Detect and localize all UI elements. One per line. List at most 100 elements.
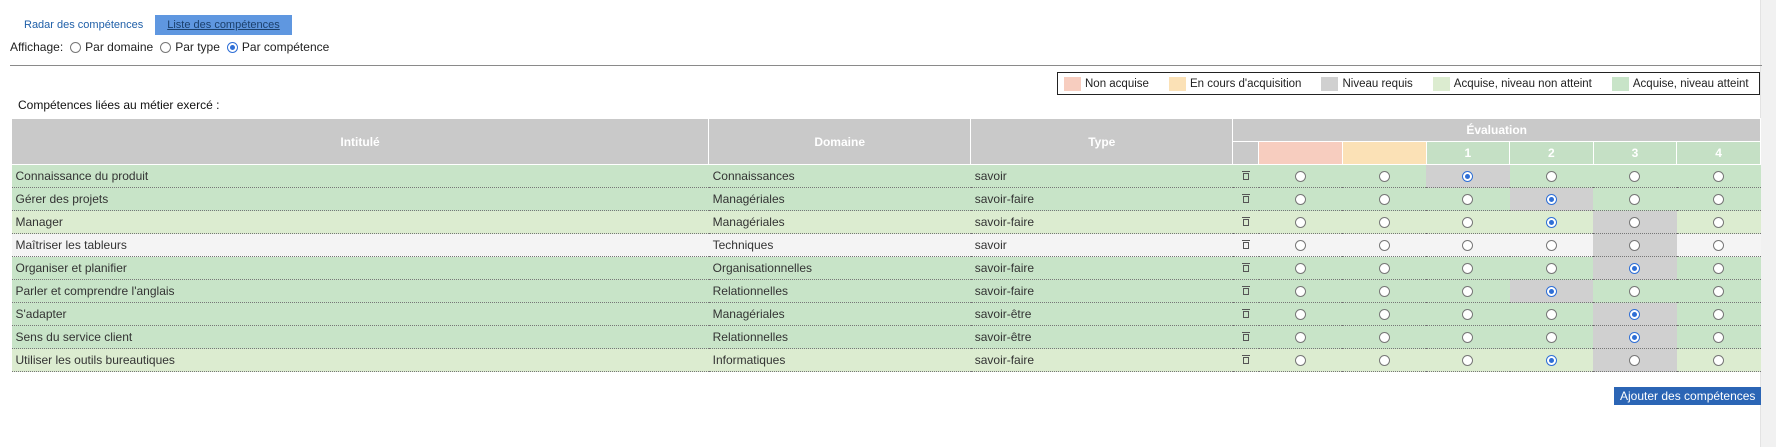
- table-row: S'adapter Managériales savoir-être: [11, 302, 1761, 326]
- cell-eval-level-2: [1509, 325, 1594, 349]
- radio-level-2[interactable]: [1545, 332, 1557, 344]
- legend-label: En cours d'acquisition: [1189, 77, 1302, 90]
- radio-level-2[interactable]: [1545, 194, 1557, 206]
- radio-non-acquise[interactable]: [1295, 355, 1307, 367]
- cell-eval-level-3: [1593, 279, 1677, 303]
- cell-type: savoir-faire: [970, 187, 1233, 211]
- radio-level-3[interactable]: [1629, 355, 1641, 367]
- radio-en-cours[interactable]: [1378, 332, 1390, 344]
- trash-icon[interactable]: [1241, 240, 1250, 249]
- radio-level-3[interactable]: [1629, 240, 1641, 252]
- cell-eval-level-4: [1676, 233, 1761, 257]
- trash-icon[interactable]: [1241, 286, 1250, 295]
- radio-level-1[interactable]: [1462, 217, 1474, 229]
- cell-type: savoir-faire: [970, 256, 1233, 280]
- radio-level-1[interactable]: [1462, 309, 1474, 321]
- radio-level-1[interactable]: [1462, 286, 1474, 298]
- radio-en-cours[interactable]: [1378, 286, 1390, 298]
- radio-par-competence[interactable]: [226, 41, 238, 53]
- vertical-scrollbar[interactable]: [1760, 0, 1776, 447]
- radio-level-2[interactable]: [1545, 217, 1557, 229]
- radio-level-1[interactable]: [1462, 240, 1474, 252]
- radio-non-acquise[interactable]: [1295, 332, 1307, 344]
- radio-level-3[interactable]: [1629, 332, 1641, 344]
- radio-level-4[interactable]: [1713, 332, 1725, 344]
- radio-level-3[interactable]: [1629, 286, 1641, 298]
- radio-en-cours[interactable]: [1378, 263, 1390, 275]
- radio-level-4[interactable]: [1713, 171, 1725, 183]
- radio-par-type[interactable]: [160, 41, 172, 53]
- radio-level-2[interactable]: [1545, 263, 1557, 275]
- radio-level-4[interactable]: [1713, 217, 1725, 229]
- cell-type: savoir-être: [970, 302, 1233, 326]
- cell-delete: [1232, 233, 1259, 257]
- competences-table: Intitulé Domaine Type Évaluation 1 2 3 4…: [10, 118, 1761, 372]
- radio-level-4[interactable]: [1713, 240, 1725, 252]
- legend-item: Acquise, niveau atteint: [1606, 76, 1749, 91]
- radio-level-1[interactable]: [1462, 263, 1474, 275]
- table-row: Maîtriser les tableurs Techniques savoir: [11, 233, 1761, 257]
- legend-swatch: [1321, 76, 1339, 91]
- radio-non-acquise[interactable]: [1295, 309, 1307, 321]
- cell-title: Parler et comprendre l'anglais: [11, 279, 709, 303]
- cell-eval-en-cours: [1342, 348, 1426, 372]
- divider: [10, 65, 1762, 66]
- trash-icon[interactable]: [1241, 194, 1250, 203]
- header-level-4: 4: [1676, 141, 1761, 165]
- radio-level-1[interactable]: [1462, 194, 1474, 206]
- tab-list[interactable]: Liste des compétences: [155, 15, 292, 35]
- radio-level-3[interactable]: [1629, 263, 1641, 275]
- radio-level-3[interactable]: [1629, 309, 1641, 321]
- legend-label: Niveau requis: [1342, 77, 1413, 90]
- trash-icon[interactable]: [1241, 355, 1250, 364]
- radio-level-4[interactable]: [1713, 286, 1725, 298]
- radio-level-3[interactable]: [1629, 194, 1641, 206]
- add-competences-button[interactable]: Ajouter des compétences: [1614, 387, 1762, 405]
- radio-non-acquise[interactable]: [1295, 171, 1307, 183]
- trash-icon[interactable]: [1241, 309, 1250, 318]
- radio-level-2[interactable]: [1545, 286, 1557, 298]
- radio-non-acquise[interactable]: [1295, 217, 1307, 229]
- cell-domain: Relationnelles: [708, 279, 971, 303]
- tab-radar[interactable]: Radar des compétences: [12, 15, 155, 35]
- radio-level-1[interactable]: [1462, 332, 1474, 344]
- cell-eval-level-4: [1676, 164, 1761, 188]
- header-type: Type: [970, 118, 1234, 165]
- cell-delete: [1232, 210, 1259, 234]
- table-row: Connaissance du produit Connaissances savo…: [11, 164, 1761, 188]
- trash-icon[interactable]: [1241, 263, 1250, 272]
- radio-en-cours[interactable]: [1378, 171, 1390, 183]
- radio-level-4[interactable]: [1713, 309, 1725, 321]
- radio-en-cours[interactable]: [1378, 240, 1390, 252]
- radio-level-4[interactable]: [1713, 263, 1725, 275]
- radio-level-2[interactable]: [1545, 309, 1557, 321]
- trash-icon[interactable]: [1241, 217, 1250, 226]
- radio-non-acquise[interactable]: [1295, 286, 1307, 298]
- radio-level-4[interactable]: [1713, 194, 1725, 206]
- trash-icon[interactable]: [1241, 171, 1250, 180]
- radio-non-acquise[interactable]: [1295, 263, 1307, 275]
- radio-level-1[interactable]: [1462, 171, 1474, 183]
- radio-en-cours[interactable]: [1378, 217, 1390, 229]
- radio-level-1[interactable]: [1462, 355, 1474, 367]
- cell-eval-non-acquise: [1258, 302, 1343, 326]
- radio-level-4[interactable]: [1713, 355, 1725, 367]
- radio-non-acquise[interactable]: [1295, 194, 1307, 206]
- radio-level-2[interactable]: [1545, 240, 1557, 252]
- radio-non-acquise[interactable]: [1295, 240, 1307, 252]
- header-level-2: 2: [1509, 141, 1594, 165]
- radio-par-domaine[interactable]: [70, 41, 82, 53]
- radio-level-2[interactable]: [1545, 171, 1557, 183]
- cell-eval-level-3: [1593, 302, 1677, 326]
- radio-en-cours[interactable]: [1378, 355, 1390, 367]
- radio-level-3[interactable]: [1629, 171, 1641, 183]
- radio-en-cours[interactable]: [1378, 194, 1390, 206]
- radio-level-2[interactable]: [1545, 355, 1557, 367]
- radio-en-cours[interactable]: [1378, 309, 1390, 321]
- radio-level-3[interactable]: [1629, 217, 1641, 229]
- trash-icon[interactable]: [1241, 332, 1250, 341]
- cell-domain: Managériales: [708, 210, 971, 234]
- header-domaine: Domaine: [708, 118, 972, 165]
- table-row: Organiser et planifier Organisationnelles…: [11, 256, 1761, 280]
- header-delete: [1232, 141, 1260, 165]
